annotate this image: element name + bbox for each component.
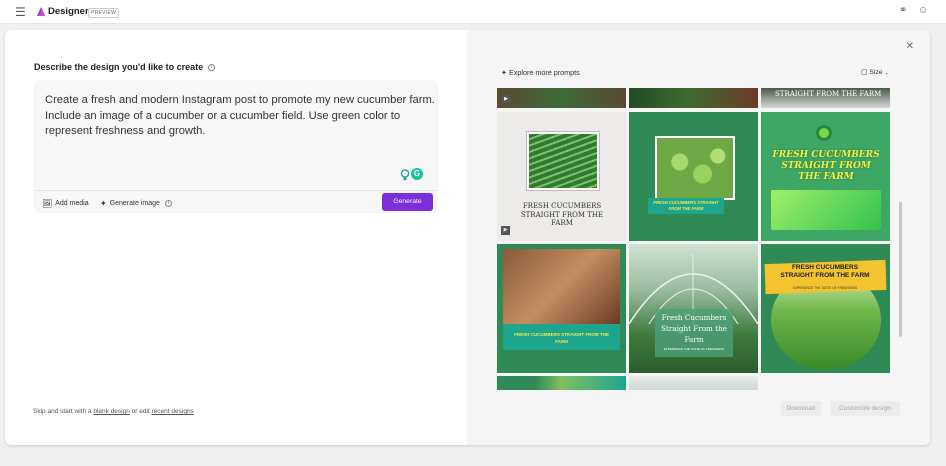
page-heading: Describe the design you'd like to create…: [34, 62, 215, 72]
top-bar: ☰ Designer PREVIEW ⚭ ☺: [0, 0, 946, 24]
badge-icon: [816, 125, 832, 141]
cucumber-photo: [527, 132, 599, 190]
design-tile-title: FRESH CUCUMBERS STRAIGHT FROM THE FARM: [772, 150, 880, 182]
design-tile-text: STRAIGHT FROM THE FARM: [775, 90, 882, 98]
designer-logo: [37, 7, 45, 16]
generate-button[interactable]: Generate: [382, 193, 433, 211]
info-icon[interactable]: i: [164, 200, 172, 207]
video-icon: ▶: [502, 95, 510, 103]
farmer-hands-photo: [503, 249, 620, 324]
design-tile-caption: FRESH CUCUMBERS STRAIGHT FROM THE FARM: [648, 198, 724, 214]
size-label: Size: [869, 69, 883, 76]
size-dropdown[interactable]: ▢ Size ⌄: [861, 68, 889, 76]
page-heading-text: Describe the design you'd like to create: [34, 62, 204, 72]
share-icon[interactable]: ⚭: [899, 6, 907, 16]
video-icon: ▶: [501, 226, 510, 235]
preview-badge: PREVIEW: [88, 8, 120, 18]
sparkle-icon: ✦: [501, 68, 508, 77]
customize-design-button[interactable]: Customize design: [830, 401, 900, 416]
design-tile-caption: FRESH CUCUMBERS STRAIGHT FROM THE FARM: [503, 324, 620, 350]
add-media-button[interactable]: 🖼 Add media: [42, 199, 89, 208]
info-icon[interactable]: i: [207, 64, 215, 72]
design-grid: ▶ STRAIGHT FROM THE FARM FRESH CUCUMBERS…: [497, 88, 892, 390]
explore-prompts-label: Explore more prompts: [509, 68, 580, 77]
design-tile[interactable]: FRESH CUCUMBERS STRAIGHT FROM THE FARM: [497, 244, 626, 373]
lightbulb-icon[interactable]: [400, 169, 410, 181]
generate-image-button[interactable]: ✦ Generate image i: [100, 199, 172, 208]
prompt-box[interactable]: Create a fresh and modern Instagram post…: [34, 80, 438, 213]
recent-designs-link[interactable]: recent designs: [152, 408, 194, 415]
design-tile-subtitle: EXPERIENCE THE TASTE OF FRESHNESS: [792, 286, 858, 290]
hamburger-menu-icon[interactable]: ☰: [15, 6, 26, 18]
design-tile[interactable]: Fresh Cucumbers Straight From the Farm E…: [629, 244, 758, 373]
footer-prefix: Skip and start with a: [33, 408, 94, 415]
scrollbar[interactable]: [899, 202, 902, 337]
design-tile[interactable]: FRESH CUCUMBERS STRAIGHT FROM THE FARM E…: [761, 244, 890, 373]
account-icon[interactable]: ☺: [918, 6, 928, 16]
design-tile[interactable]: [497, 376, 626, 390]
add-media-label: Add media: [55, 200, 89, 207]
design-tile-title: Fresh Cucumbers Straight From the Farm: [661, 313, 727, 344]
design-tile[interactable]: FRESH CUCUMBERS STRAIGHT FROM THE FARM: [761, 112, 890, 241]
prompt-divider: [34, 190, 438, 191]
footer-text: Skip and start with a blank design or ed…: [33, 408, 194, 415]
sparkle-icon: ✦: [100, 199, 107, 208]
close-icon[interactable]: ✕: [906, 41, 914, 52]
generate-image-label: Generate image: [109, 200, 160, 207]
explore-prompts-button[interactable]: ✦ Explore more prompts: [501, 68, 580, 77]
design-tile[interactable]: ▶: [497, 88, 626, 108]
design-tile[interactable]: STRAIGHT FROM THE FARM: [761, 88, 890, 108]
resize-icon: ▢: [861, 69, 868, 76]
results-pane: ✕ ✦ Explore more prompts ▢ Size ⌄ ▶ STRA…: [467, 30, 930, 445]
design-tile[interactable]: FRESH CUCUMBERS STRAIGHT FROM THE FARM ▶: [497, 112, 626, 241]
design-tile[interactable]: FRESH CUCUMBERS STRAIGHT FROM THE FARM: [629, 112, 758, 241]
blank-design-link[interactable]: blank design: [93, 408, 130, 415]
prompt-input[interactable]: Create a fresh and modern Instagram post…: [45, 93, 437, 140]
design-tile[interactable]: [629, 376, 758, 390]
footer-middle: or edit: [129, 408, 152, 415]
cucumber-photo: [655, 136, 735, 200]
design-tile-title: FRESH CUCUMBERS STRAIGHT FROM THE FARM: [780, 264, 870, 279]
grammarly-icon[interactable]: G: [411, 168, 423, 180]
image-icon: 🖼: [42, 199, 53, 208]
chevron-down-icon: ⌄: [884, 70, 889, 76]
download-button[interactable]: Download: [781, 401, 821, 416]
design-tile-title: FRESH CUCUMBERS STRAIGHT FROM THE FARM: [520, 202, 604, 227]
app-name: Designer: [48, 6, 89, 17]
design-tile[interactable]: [629, 88, 758, 108]
main-card: Describe the design you'd like to create…: [5, 30, 930, 445]
design-tile-subtitle: EXPERIENCE THE TASTE OF FRESHNESS: [663, 347, 725, 351]
